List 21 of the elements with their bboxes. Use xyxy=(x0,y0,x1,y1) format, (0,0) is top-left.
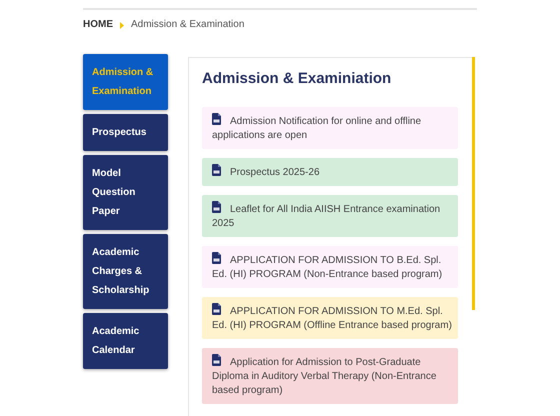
pdf-file-icon xyxy=(212,164,221,176)
pdf-file-icon xyxy=(212,252,221,264)
breadcrumb-home-link[interactable]: HOME xyxy=(83,18,113,32)
document-link[interactable]: Application for Admission to Post-Graduate Diploma in Auditory Verbal Therapy (Non-Entrance based program) xyxy=(202,348,458,404)
breadcrumb-current: Admission & Examination xyxy=(131,18,244,32)
content-title: Admission & Examiniation xyxy=(202,69,392,89)
caret-icon xyxy=(120,22,124,28)
sidebar-item[interactable]: Admission & Examination xyxy=(83,54,168,110)
sidebar-item[interactable]: Model Question Paper xyxy=(83,155,168,230)
document-link[interactable]: APPLICATION FOR ADMISSION TO B.Ed. Spl. Ed. (HI) PROGRAM (Non-Entrance based program) xyxy=(202,246,458,288)
pdf-file-icon xyxy=(212,354,221,366)
document-link[interactable]: Admission Notification for online and offline applications are open xyxy=(202,107,458,149)
document-link[interactable]: Prospectus 2025-26 xyxy=(202,158,458,186)
sidebar-item[interactable]: Academic Calendar xyxy=(83,313,168,369)
sidebar-item[interactable]: Prospectus xyxy=(83,114,168,151)
pdf-file-icon xyxy=(212,303,221,315)
pdf-file-icon xyxy=(212,113,221,125)
pdf-file-icon xyxy=(212,201,221,213)
sidebar-item[interactable]: Academic Charges & Scholarship xyxy=(83,234,168,309)
document-link[interactable]: APPLICATION FOR ADMISSION TO M.Ed. Spl. Ed. (HI) PROGRAM (Offline Entrance based program) xyxy=(202,297,458,339)
document-link[interactable]: Leaflet for All India AIISH Entrance examination 2025 xyxy=(202,195,458,237)
